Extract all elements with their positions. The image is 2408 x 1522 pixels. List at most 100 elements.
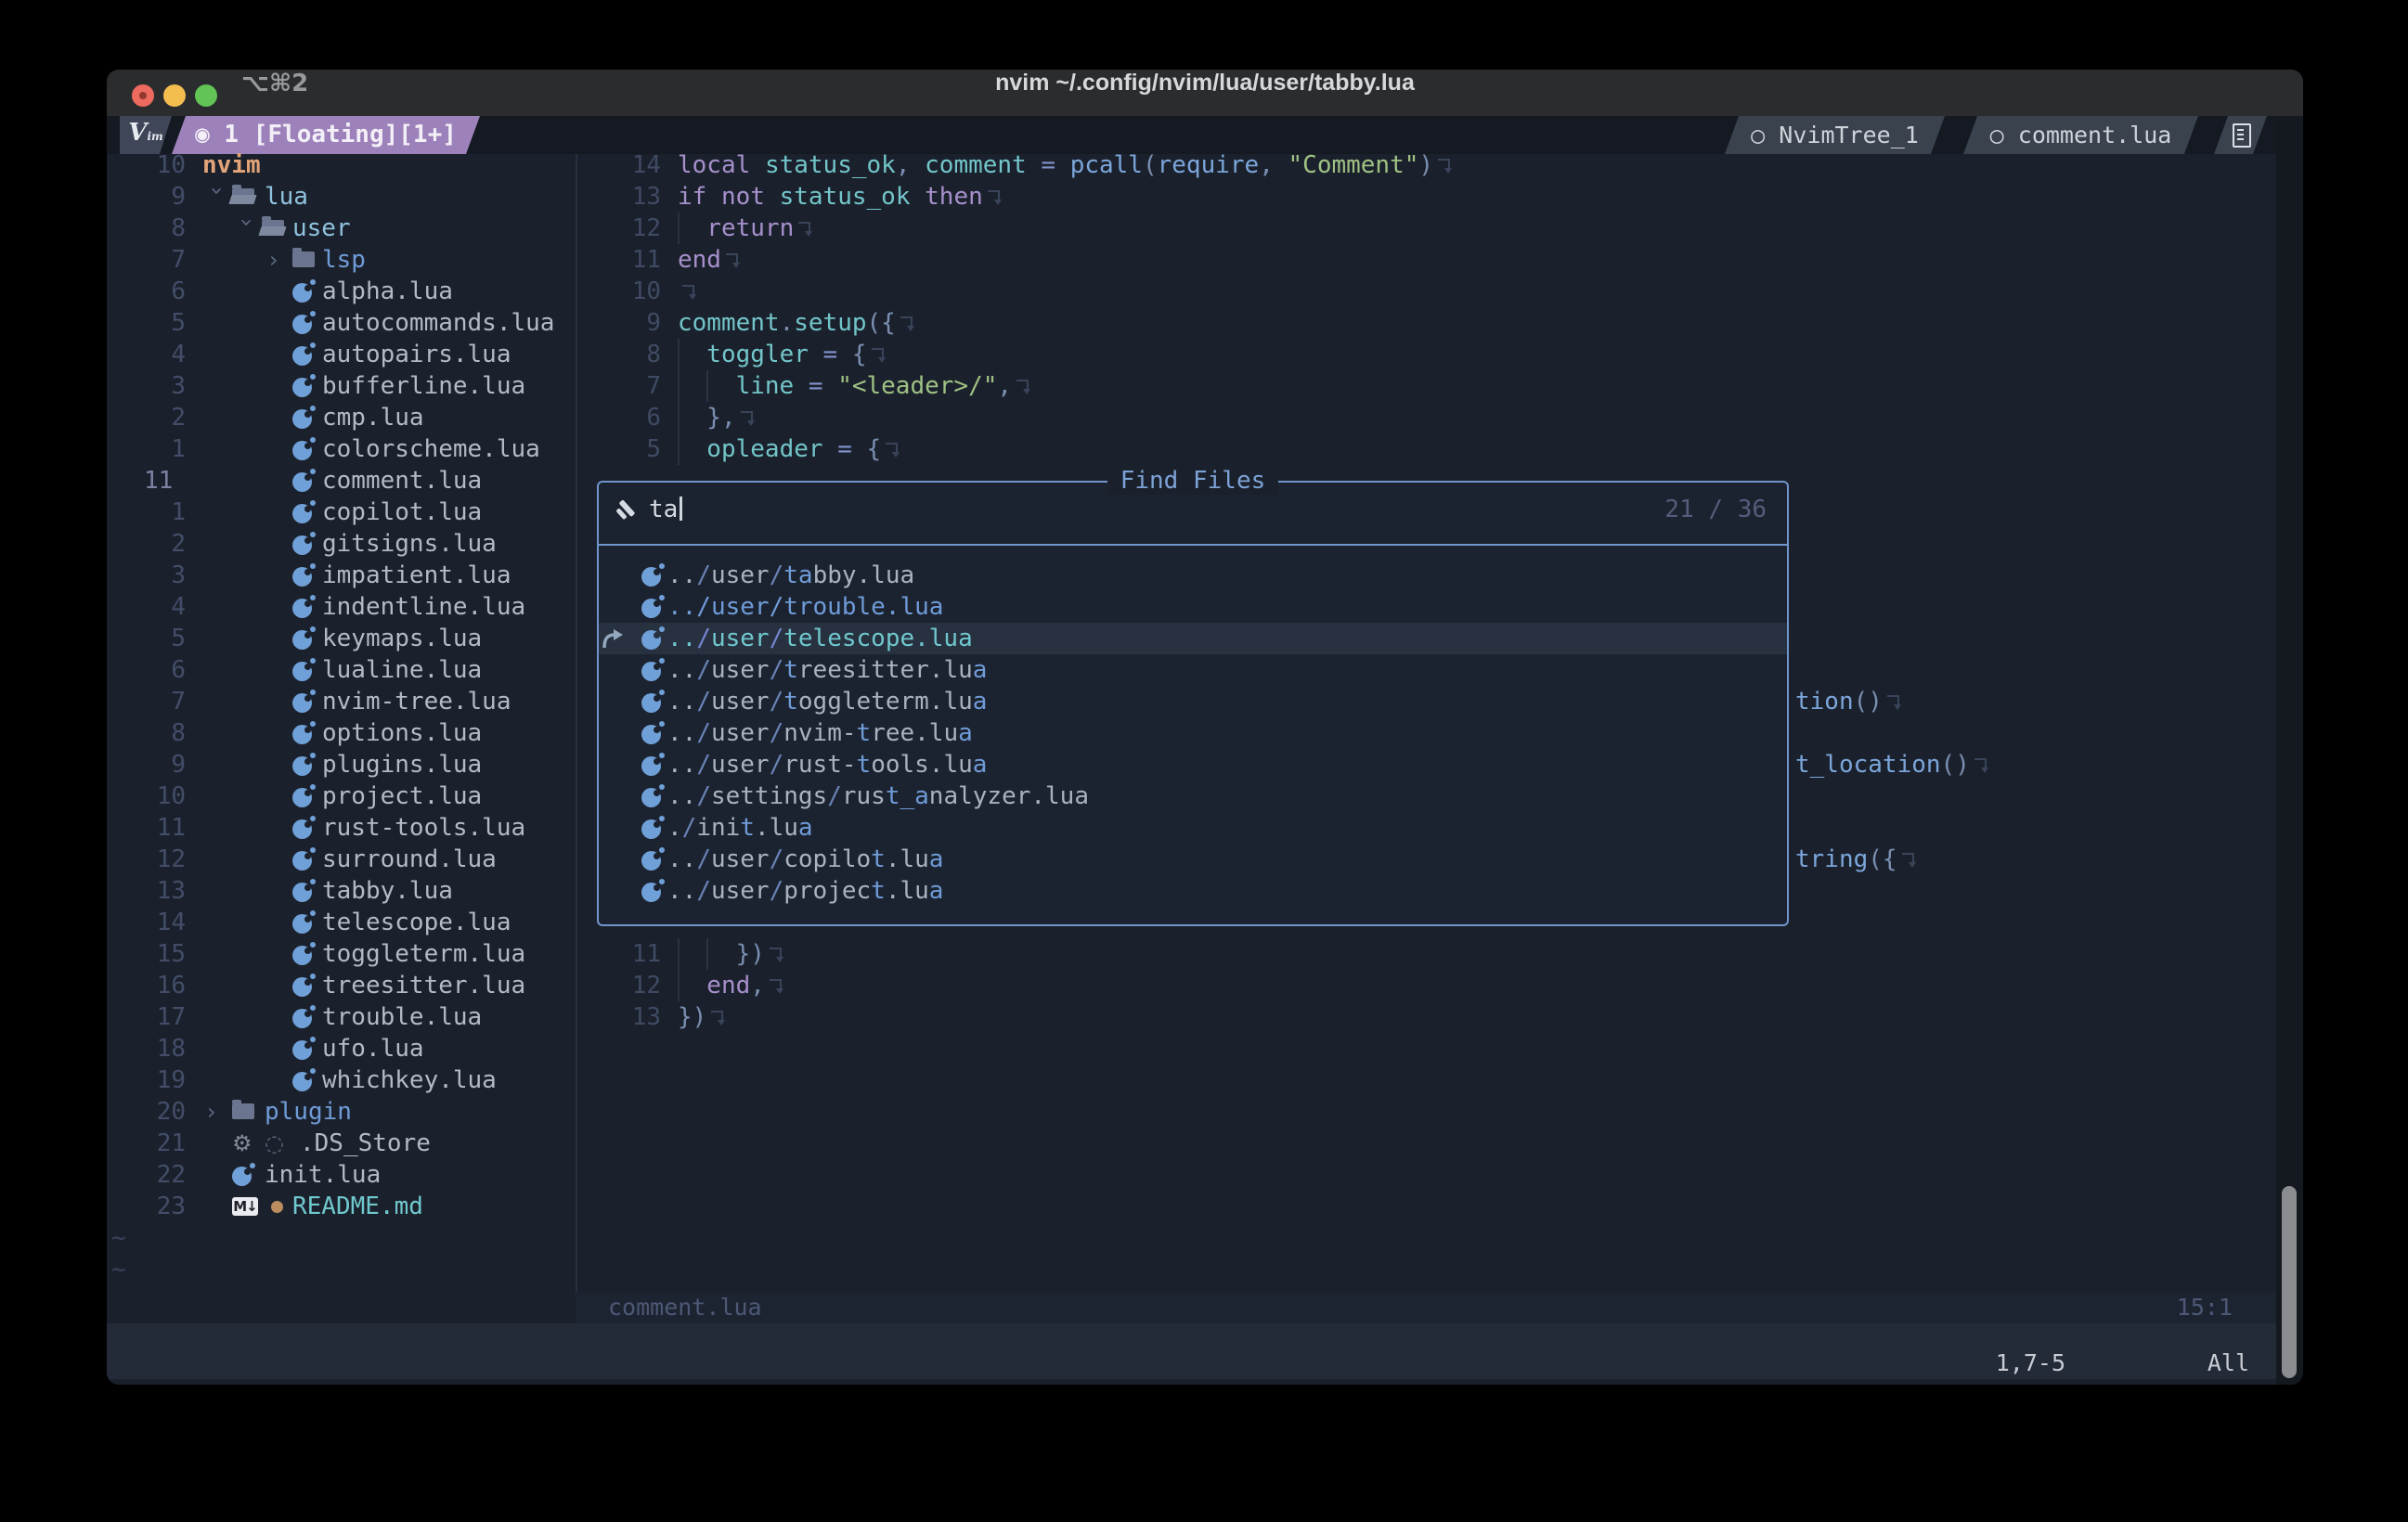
lua-icon (292, 469, 317, 493)
editor-line[interactable]: 8toggler = { (107, 339, 2303, 370)
line-number: 13 (135, 875, 186, 907)
code-text (678, 276, 696, 307)
line-number: 9 (571, 307, 661, 339)
statusline-filename: comment.lua (608, 1292, 762, 1323)
code-text: return (678, 213, 812, 244)
result-path: ../user/tabby.lua (667, 560, 914, 591)
tree-row-init.lua[interactable]: 22init.lua (107, 1159, 2303, 1191)
eol-icon (1974, 757, 1988, 774)
tree-label: init.lua (265, 1159, 381, 1191)
empty-line-tilde: ~ (111, 1254, 2303, 1285)
result-path: ../settings/rust_analyzer.lua (667, 780, 1089, 812)
result-path: ../user/treesitter.lua (667, 654, 987, 686)
result-row[interactable]: ../settings/rust_analyzer.lua (599, 780, 1787, 812)
tree-label: keymaps.lua (322, 623, 482, 654)
tree-label: rust-tools.lua (322, 812, 525, 844)
result-row[interactable]: ../user/trouble.lua (599, 591, 1787, 623)
line-number: 18 (135, 1033, 186, 1064)
tab-current-floating[interactable]: ◉ 1 [Floating][1+] (172, 116, 480, 154)
line-number: 4 (135, 591, 186, 623)
eol-icon (770, 947, 783, 963)
eol-icon (726, 252, 740, 269)
search-input[interactable]: ta 21 / 36 (612, 494, 1767, 525)
tab-nvimtree[interactable]: ○ NvimTree_1 (1725, 116, 1945, 154)
editor-line[interactable]: 5opleader = { (107, 433, 2303, 465)
eol-icon (1887, 694, 1901, 711)
eol-icon (988, 189, 1002, 206)
gear-icon: ⚙ (232, 1128, 252, 1159)
lua-icon (641, 690, 666, 714)
editor-line[interactable]: 9comment.setup({ (107, 307, 2303, 339)
scrollbar-thumb[interactable] (2282, 1186, 2297, 1378)
lua-icon (292, 1037, 317, 1061)
result-row[interactable]: ../user/project.lua (599, 875, 1787, 907)
result-path: ./init.lua (667, 812, 813, 844)
lua-icon (641, 879, 666, 903)
result-row[interactable]: ../user/copilot.lua (599, 844, 1787, 875)
line-number: 6 (571, 402, 661, 433)
result-row[interactable]: ../user/rust-tools.lua (599, 749, 1787, 780)
editor-line[interactable]: 14local status_ok, comment = pcall(requi… (107, 149, 2303, 181)
lua-icon (232, 1163, 256, 1187)
line-number: 8 (135, 717, 186, 749)
eol-icon (711, 1010, 725, 1026)
lua-icon (641, 595, 666, 619)
eol-icon (886, 442, 900, 458)
line-number: 13 (571, 1001, 661, 1033)
result-row[interactable]: ../user/tabby.lua (599, 560, 1787, 591)
result-path: ../user/copilot.lua (667, 844, 943, 875)
indent-guide (706, 938, 735, 970)
tree-label: indentline.lua (322, 591, 525, 623)
terminal-window: ⌥⌘2 nvim ~/.config/nvim/lua/user/tabby.l… (107, 70, 2303, 1385)
editor-line[interactable]: 7line = "<leader>/", (107, 370, 2303, 402)
code-text: opleader = { (678, 433, 900, 465)
tree-row-whichkey.lua[interactable]: 19whichkey.lua (107, 1064, 2303, 1096)
tree-label: README.md (292, 1191, 423, 1222)
lua-icon (292, 784, 317, 808)
lua-icon (292, 658, 317, 682)
tree-label: options.lua (322, 717, 482, 749)
editor-line[interactable]: 13}) (107, 1001, 2303, 1033)
result-path: ../user/rust-tools.lua (667, 749, 987, 780)
folder-closed-icon (232, 1103, 254, 1119)
tree-label: copilot.lua (322, 497, 482, 528)
result-row[interactable]: ../user/treesitter.lua (599, 654, 1787, 686)
tab-comment-lua[interactable]: ○ comment.lua (1963, 116, 2198, 154)
editor-line[interactable]: 12return (107, 213, 2303, 244)
tree-row-.DS_Store[interactable]: 21⚙◌.DS_Store (107, 1128, 2303, 1159)
lua-icon (292, 626, 317, 651)
editor-line[interactable]: 11end (107, 244, 2303, 276)
eol-icon (770, 978, 783, 995)
editor-line[interactable]: 10 (107, 276, 2303, 307)
lua-icon (641, 847, 666, 871)
editor-line[interactable]: 6}, (107, 402, 2303, 433)
editor-line[interactable]: 13if not status_ok then (107, 181, 2303, 213)
tree-label: tabby.lua (322, 875, 453, 907)
statusline-position: 15:1 (2177, 1292, 2233, 1323)
tree-label: comment.lua (322, 465, 482, 497)
tree-row-README.md[interactable]: 23M↓README.md (107, 1191, 2303, 1222)
code-text: line = "<leader>/", (678, 370, 1030, 402)
line-number: 14 (135, 907, 186, 938)
result-row[interactable]: ../user/nvim-tree.lua (599, 717, 1787, 749)
editor-line[interactable]: 11}) (107, 938, 2303, 970)
circle-icon: ○ (1990, 122, 2004, 148)
line-number: 6 (135, 654, 186, 686)
window-title: nvim ~/.config/nvim/lua/user/tabby.lua (107, 70, 2303, 116)
buffer-list-badge[interactable] (2214, 116, 2267, 154)
result-path: ../user/trouble.lua (667, 591, 943, 626)
result-path: ../user/toggleterm.lua (667, 686, 987, 717)
tree-row-plugin[interactable]: 20›plugin (107, 1096, 2303, 1128)
result-counter: 21 / 36 (1664, 494, 1767, 525)
result-row[interactable]: ../user/telescope.lua (599, 623, 1787, 654)
indent-guide (678, 970, 706, 1001)
editor-line[interactable]: 12end, (107, 970, 2303, 1001)
lua-icon (292, 563, 317, 587)
result-row[interactable]: ../user/toggleterm.lua (599, 686, 1787, 717)
tree-row-ufo.lua[interactable]: 18ufo.lua (107, 1033, 2303, 1064)
line-number: 3 (135, 560, 186, 591)
result-row[interactable]: ./init.lua (599, 812, 1787, 844)
command-line-area: 1,7-5 All (107, 1323, 2276, 1379)
circle-icon: ○ (1751, 122, 1765, 148)
tree-label: .DS_Store (300, 1128, 431, 1159)
